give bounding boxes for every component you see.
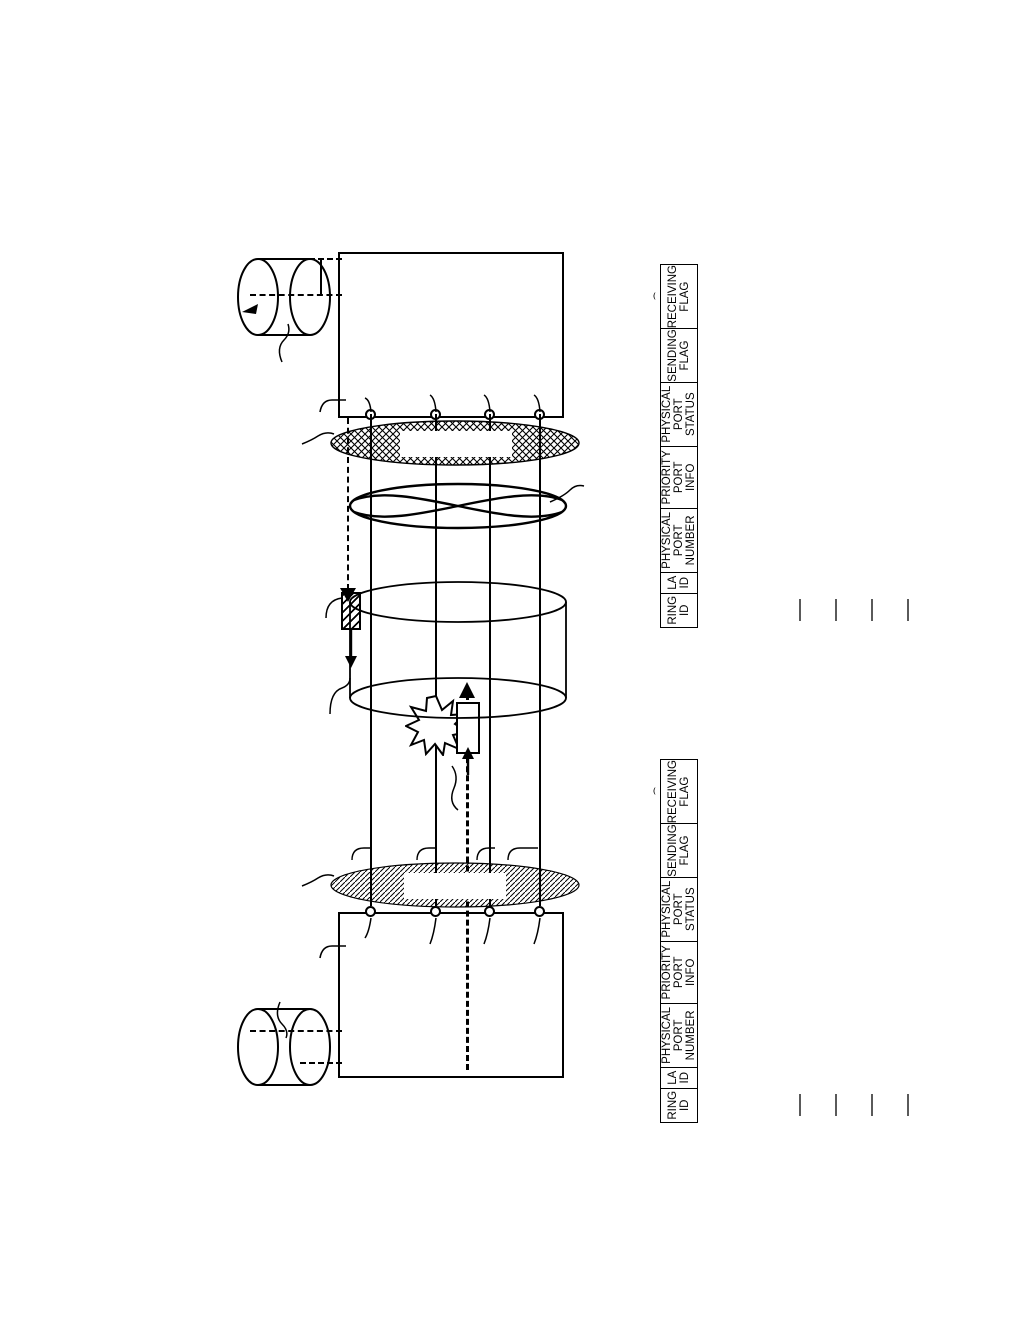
lna-leader: [329, 677, 351, 715]
lna-link-brackets: [351, 847, 538, 861]
switch2-row-tag-leaders: [799, 1094, 909, 1116]
table-header-row: RING ID LA ID PHYSICAL PORT NUMBER PRIORITY…: [660, 759, 698, 1123]
bundle-ellipse: [348, 482, 568, 530]
switch2-port-leaders: [364, 917, 541, 945]
col-receiving-flag: RECEIVING FLAG: [660, 759, 698, 824]
switch1-table-wrap: RING ID LA ID PHYSICAL PORT NUMBER PRIORITY…: [660, 264, 699, 628]
switch2-ref-leader: [319, 945, 346, 959]
secondary-label: [400, 431, 512, 457]
col-ring-id: RING ID: [660, 1088, 698, 1123]
lnd-leader: [278, 323, 290, 363]
col-physical-port-number: PHYSICAL PORT NUMBER: [660, 508, 698, 573]
switch1-port-leaders: [364, 394, 541, 413]
bundle-leader: [549, 484, 585, 503]
primary-label: [404, 873, 506, 899]
col-la-id: LA ID: [660, 572, 698, 594]
hcb3-leader: [451, 765, 459, 811]
lnb-leader: [276, 1001, 288, 1039]
lnd-link-riser: [320, 258, 322, 294]
primary-leader: [301, 874, 335, 887]
lnd-link-bottom: [250, 294, 342, 296]
switch1-label: [403, 257, 453, 377]
col-priority-port-info: PRIORITY PORT INFO: [660, 941, 698, 1004]
col-physical-port-status: PHYSICAL PORT STATUS: [660, 382, 698, 447]
switch1-ref-leader: [319, 399, 346, 413]
col-physical-port-number: PHYSICAL PORT NUMBER: [660, 1003, 698, 1068]
col-sending-flag: SENDING FLAG: [660, 823, 698, 878]
col-priority-port-info: PRIORITY PORT INFO: [660, 446, 698, 509]
col-receiving-flag: RECEIVING FLAG: [660, 264, 698, 329]
lnb-link-top: [250, 1030, 342, 1032]
lnb-link-bottom: [300, 1062, 342, 1064]
switch2-table-wrap: RING ID LA ID PHYSICAL PORT NUMBER PRIORITY…: [660, 759, 699, 1123]
switch2-table: RING ID LA ID PHYSICAL PORT NUMBER PRIORITY…: [660, 759, 699, 1123]
hcf3-leader: [325, 597, 343, 619]
col-ring-id: RING ID: [660, 593, 698, 628]
page-header: [0, 84, 1024, 106]
lna-cylinder: [349, 581, 567, 719]
col-physical-port-status: PHYSICAL PORT STATUS: [660, 877, 698, 942]
col-sending-flag: SENDING FLAG: [660, 328, 698, 383]
table-header-row: RING ID LA ID PHYSICAL PORT NUMBER PRIORITY…: [660, 264, 698, 628]
switch1-row-tag-leaders: [799, 599, 909, 621]
col-la-id: LA ID: [660, 1067, 698, 1089]
switch1-table: RING ID LA ID PHYSICAL PORT NUMBER PRIORITY…: [660, 264, 699, 628]
secondary-leader: [301, 432, 335, 445]
